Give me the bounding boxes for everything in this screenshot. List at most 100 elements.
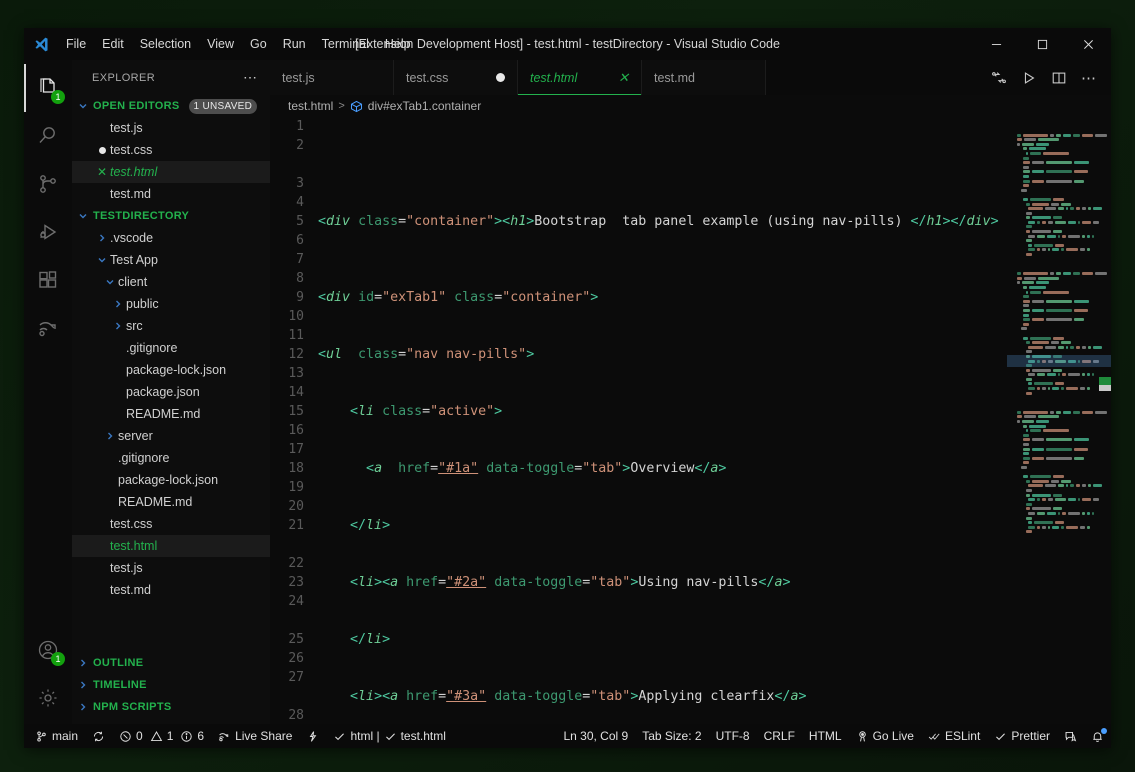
menu-item-edit[interactable]: Edit xyxy=(94,33,132,55)
status-bar-right: Ln 30, Col 9 Tab Size: 2 UTF-8 CRLF HTML… xyxy=(556,724,1111,748)
menu-item-terminal[interactable]: Terminal xyxy=(314,33,377,55)
activity-item-accounts[interactable]: 1 xyxy=(24,626,72,674)
tree-item-readme-root[interactable]: README.md xyxy=(72,491,270,513)
code-line-5: <li class="active"> xyxy=(350,404,503,419)
tree-item-package-json-client[interactable]: package.json xyxy=(72,381,270,403)
tree-item-label: package-lock.json xyxy=(118,473,219,487)
breadcrumb-symbol[interactable]: div#exTab1.container xyxy=(368,99,481,113)
status-ports[interactable] xyxy=(299,724,326,748)
tree-item-src[interactable]: src xyxy=(72,315,270,337)
tree-item-test-md[interactable]: test.md xyxy=(72,579,270,601)
tab-test-css[interactable]: test.css xyxy=(394,60,518,95)
tree-item-client[interactable]: client xyxy=(72,271,270,293)
line-number: 10 xyxy=(288,309,304,324)
breadcrumb-file[interactable]: test.html xyxy=(288,99,333,113)
editor-vertical-scrollbar[interactable] xyxy=(1101,117,1111,724)
section-testdirectory[interactable]: TESTDIRECTORY xyxy=(72,205,270,227)
status-go-live[interactable]: Go Live xyxy=(849,724,921,748)
more-actions-icon[interactable]: ⋯ xyxy=(1081,69,1097,87)
tab-test-html[interactable]: test.html ✕ xyxy=(518,60,642,95)
formatter-file-label: test.html xyxy=(400,729,446,743)
close-button[interactable] xyxy=(1065,28,1111,60)
status-encoding[interactable]: UTF-8 xyxy=(709,724,757,748)
close-icon[interactable]: ✕ xyxy=(618,71,629,84)
split-preview-icon[interactable] xyxy=(991,70,1007,86)
status-prettier[interactable]: Prettier xyxy=(987,724,1057,748)
status-branch[interactable]: main xyxy=(28,724,85,748)
status-language-mode[interactable]: HTML xyxy=(802,724,849,748)
code-scroll-area[interactable]: 1 2 . 3 4 5 6 7 8 9 10 11 12 13 xyxy=(270,117,1007,724)
close-icon[interactable]: ✕ xyxy=(94,166,110,178)
status-feedback[interactable] xyxy=(1057,724,1084,748)
chevron-right-icon xyxy=(76,680,90,690)
activity-item-source-control[interactable] xyxy=(24,160,72,208)
tab-test-js[interactable]: test.js xyxy=(270,60,394,95)
line-number: 11 xyxy=(288,328,304,343)
activity-item-explorer[interactable]: 1 xyxy=(24,64,72,112)
activity-item-live-share[interactable] xyxy=(24,304,72,352)
tree-item-test-html[interactable]: test.html xyxy=(72,535,270,557)
code-editor[interactable]: 1 2 . 3 4 5 6 7 8 9 10 11 12 13 xyxy=(270,117,1111,724)
activity-item-manage[interactable] xyxy=(24,674,72,722)
line-number: 19 xyxy=(288,480,304,495)
tree-item-public[interactable]: public xyxy=(72,293,270,315)
activity-item-extensions[interactable] xyxy=(24,256,72,304)
more-actions-icon[interactable]: ⋯ xyxy=(243,69,262,86)
menu-item-view[interactable]: View xyxy=(199,33,242,55)
tree-item-label: client xyxy=(118,275,148,289)
line-number: 24 xyxy=(288,594,304,609)
tree-item-package-lock-client[interactable]: package-lock.json xyxy=(72,359,270,381)
minimap[interactable] xyxy=(1007,117,1111,724)
open-editor-test-html[interactable]: ✕ test.html xyxy=(72,161,270,183)
tree-item-gitignore-client[interactable]: .gitignore xyxy=(72,337,270,359)
open-editor-test-css[interactable]: test.css xyxy=(72,139,270,161)
activity-item-search[interactable] xyxy=(24,112,72,160)
tree-item-test-js[interactable]: test.js xyxy=(72,557,270,579)
tab-test-md[interactable]: test.md xyxy=(642,60,766,95)
status-live-share[interactable]: Live Share xyxy=(211,724,299,748)
line-number: 18 xyxy=(288,461,304,476)
menu-item-file[interactable]: File xyxy=(58,33,94,55)
tree-item-server[interactable]: server xyxy=(72,425,270,447)
window-controls xyxy=(973,28,1111,60)
dirty-dot-icon[interactable] xyxy=(496,73,505,82)
tree-item-label: test.md xyxy=(110,583,151,597)
menu-item-selection[interactable]: Selection xyxy=(132,33,199,55)
split-editor-icon[interactable] xyxy=(1051,70,1067,86)
status-cursor-position[interactable]: Ln 30, Col 9 xyxy=(556,724,635,748)
menu-item-run[interactable]: Run xyxy=(275,33,314,55)
status-formatter[interactable]: html | test.html xyxy=(326,724,452,748)
menu-item-help[interactable]: Help xyxy=(377,33,419,55)
run-icon[interactable] xyxy=(1021,70,1037,86)
tree-item-readme-client[interactable]: README.md xyxy=(72,403,270,425)
tree-item-test-css[interactable]: test.css xyxy=(72,513,270,535)
status-eol[interactable]: CRLF xyxy=(757,724,802,748)
chevron-down-icon xyxy=(94,255,110,265)
menu-item-go[interactable]: Go xyxy=(242,33,275,55)
tree-item-test-app[interactable]: Test App xyxy=(72,249,270,271)
breadcrumb[interactable]: test.html > div#exTab1.container xyxy=(270,95,1111,117)
minimize-button[interactable] xyxy=(973,28,1019,60)
code-line-9: </li> xyxy=(350,632,391,647)
status-tab-size[interactable]: Tab Size: 2 xyxy=(635,724,708,748)
status-notifications[interactable] xyxy=(1084,724,1111,748)
section-npm-scripts[interactable]: NPM SCRIPTS xyxy=(72,696,270,718)
open-editor-test-md[interactable]: test.md xyxy=(72,183,270,205)
code-content[interactable]: <div class="container"><h1>Bootstrap tab… xyxy=(314,117,1007,724)
section-open-editors[interactable]: OPEN EDITORS 1 UNSAVED xyxy=(72,95,270,117)
tree-item-package-lock-root[interactable]: package-lock.json xyxy=(72,469,270,491)
tree-item-vscode[interactable]: .vscode xyxy=(72,227,270,249)
open-editor-test-js[interactable]: test.js xyxy=(72,117,270,139)
status-problems[interactable]: 0 1 6 xyxy=(112,724,211,748)
code-line-3: <div id="exTab1" class="container"> xyxy=(318,290,599,305)
menu-bar[interactable]: File Edit Selection View Go Run Terminal… xyxy=(58,33,419,55)
section-outline[interactable]: OUTLINE xyxy=(72,652,270,674)
minimap-slider[interactable] xyxy=(1007,355,1111,367)
activity-item-run-and-debug[interactable] xyxy=(24,208,72,256)
section-timeline[interactable]: TIMELINE xyxy=(72,674,270,696)
maximize-button[interactable] xyxy=(1019,28,1065,60)
status-sync[interactable] xyxy=(85,724,112,748)
tree-item-gitignore-root[interactable]: .gitignore xyxy=(72,447,270,469)
status-eslint[interactable]: ESLint xyxy=(921,724,987,748)
status-bar: main 0 1 6 Live Share html | test.html L… xyxy=(24,724,1111,748)
